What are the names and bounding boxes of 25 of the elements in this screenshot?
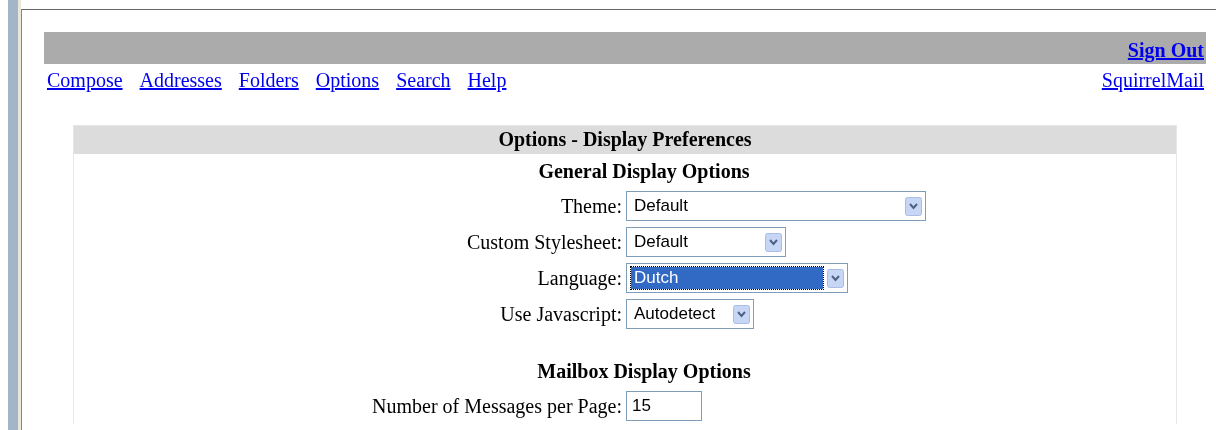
nav-link[interactable]: Folders: [238, 69, 299, 92]
dropdown[interactable]: Dutch: [626, 263, 848, 293]
field-label: Number of Messages per Page:: [371, 394, 623, 418]
nav-link[interactable]: Search: [396, 69, 451, 92]
chevron-down-icon: [905, 196, 922, 216]
brand-link[interactable]: SquirrelMail: [1101, 69, 1204, 107]
chevron-down-icon: [733, 304, 750, 324]
nav-link[interactable]: Addresses: [139, 69, 222, 92]
sign-out-link[interactable]: Sign Out: [1127, 39, 1204, 64]
field-label: Language:: [536, 266, 623, 290]
nav-link[interactable]: Help: [467, 69, 507, 92]
chevron-down-icon: [827, 268, 844, 288]
section-heading: Mailbox Display Options: [536, 360, 752, 385]
dropdown[interactable]: Default: [626, 191, 926, 221]
nav-link[interactable]: Compose: [47, 69, 123, 92]
chevron-down-icon: [765, 232, 782, 252]
dropdown[interactable]: Default: [626, 227, 786, 257]
field-label: Theme:: [559, 194, 623, 218]
panel-title: Options - Display Preferences: [74, 126, 1176, 154]
section-heading: General Display Options: [537, 160, 751, 185]
input-field[interactable]: 15: [626, 391, 702, 421]
nav-link[interactable]: Options: [315, 69, 380, 92]
dropdown[interactable]: Autodetect: [626, 299, 754, 329]
field-label: Use Javascript:: [499, 302, 623, 326]
field-label: Custom Stylesheet:: [466, 230, 623, 254]
